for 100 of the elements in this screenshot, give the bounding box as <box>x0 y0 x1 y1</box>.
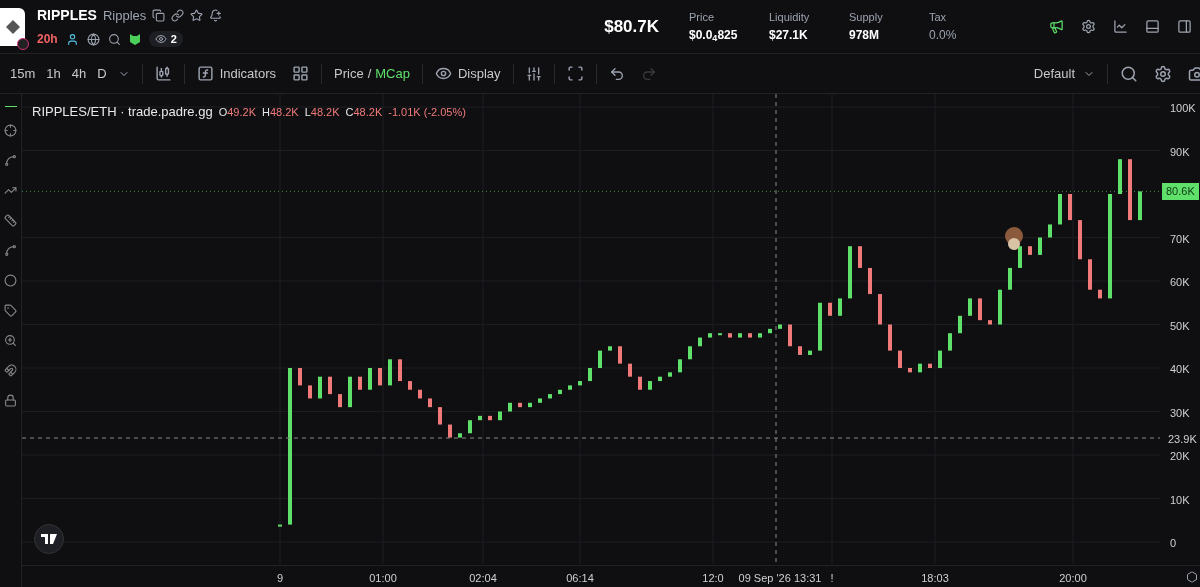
price-axis-label: 30K <box>1170 405 1190 421</box>
candle <box>818 302 822 351</box>
panel-icon[interactable] <box>1145 19 1160 34</box>
candle <box>358 376 362 390</box>
token-age: 20h <box>37 31 58 48</box>
candle <box>618 346 622 364</box>
camera-icon[interactable] <box>1188 64 1200 83</box>
candle <box>758 333 762 338</box>
drawing-tool-icon[interactable] <box>4 304 17 317</box>
ohlc-value: H48.2K <box>261 104 299 120</box>
candle <box>718 333 722 336</box>
globe-icon[interactable] <box>86 32 100 46</box>
display-button[interactable]: Display <box>434 63 501 84</box>
candle <box>1068 194 1072 221</box>
candle <box>678 359 682 373</box>
bell-icon[interactable] <box>209 9 223 22</box>
last-price-label: 80.6K <box>1162 183 1199 200</box>
candle <box>968 298 972 316</box>
candle <box>568 385 572 390</box>
drawing-tool-icon[interactable] <box>4 154 17 167</box>
candles-icon[interactable] <box>154 65 172 82</box>
candle <box>418 389 422 399</box>
candle <box>908 368 912 373</box>
search-icon[interactable] <box>107 32 121 46</box>
candle <box>298 368 302 386</box>
mascot-icon[interactable] <box>128 32 141 46</box>
candle <box>408 381 412 390</box>
candle <box>698 337 702 347</box>
drawing-tool-icon[interactable] <box>4 244 17 257</box>
pair-title: RIPPLES/ETH · trade.padre.gg <box>32 103 213 121</box>
timeframe-button[interactable]: 1h <box>42 63 65 84</box>
timeframe-button[interactable]: D <box>93 63 111 84</box>
star-icon[interactable] <box>190 9 204 22</box>
search-icon[interactable] <box>1120 64 1138 83</box>
candle <box>978 298 982 321</box>
candle <box>608 346 612 351</box>
candle <box>628 363 632 377</box>
drawing-tool-icon[interactable] <box>4 184 17 197</box>
candle <box>918 363 922 373</box>
candle <box>478 415 482 421</box>
drawing-tool-icon[interactable] <box>4 274 17 287</box>
drawing-tool-icon[interactable] <box>4 214 17 227</box>
candle <box>578 381 582 386</box>
price-axis-label: 10K <box>1170 492 1190 508</box>
candle <box>1048 224 1052 238</box>
candle <box>1138 191 1142 221</box>
drawing-tool-icon[interactable] <box>4 124 17 137</box>
candle <box>888 324 892 351</box>
candle <box>808 350 812 355</box>
undo-icon[interactable] <box>608 65 625 82</box>
candle <box>1058 194 1062 225</box>
candle <box>368 368 372 390</box>
candle <box>848 246 852 299</box>
candle <box>1128 159 1132 221</box>
candle <box>338 394 342 408</box>
price-axis-label: 40K <box>1170 362 1190 377</box>
price-mode-button[interactable]: MCap <box>375 63 410 84</box>
candle <box>748 333 752 338</box>
stat-value: $27.1K <box>769 26 809 44</box>
time-axis-label: 9 <box>276 571 284 586</box>
timeframe-button[interactable]: 15m <box>6 63 40 84</box>
sidebar-icon[interactable] <box>1177 19 1192 34</box>
price-mode-button[interactable]: Price <box>334 63 364 84</box>
grid-icon[interactable] <box>292 65 309 82</box>
price-axis-label: 100K <box>1170 101 1196 116</box>
drawing-tool-icon[interactable] <box>4 364 17 377</box>
stat-label: Tax <box>929 10 948 26</box>
indicators-button[interactable]: Indicators <box>196 63 276 84</box>
ohlc-value: L48.2K <box>304 104 340 120</box>
link-icon[interactable] <box>171 9 185 22</box>
chart-icon[interactable] <box>1113 19 1128 34</box>
candle <box>828 302 832 316</box>
drawing-tool-icon[interactable] <box>4 334 17 347</box>
candle <box>348 376 352 408</box>
candle <box>988 320 992 325</box>
candle <box>498 411 502 421</box>
candle <box>468 420 472 434</box>
candle <box>378 368 382 386</box>
candle <box>688 346 692 360</box>
sliders-icon[interactable] <box>525 65 542 82</box>
copy-icon[interactable] <box>152 9 166 22</box>
layout-dropdown[interactable]: Default <box>1033 63 1095 84</box>
megaphone-icon[interactable] <box>1049 19 1064 34</box>
candle <box>768 328 772 334</box>
candle <box>1078 220 1082 260</box>
user-icon[interactable] <box>65 32 79 46</box>
price-axis-label: 60K <box>1170 275 1190 290</box>
candle <box>938 350 942 368</box>
stat-value: $0.0$_{4}$825 <box>689 26 739 44</box>
timeframe-button[interactable]: 4h <box>67 63 91 84</box>
token-name: Ripples <box>102 6 147 25</box>
candle <box>1008 267 1012 290</box>
candle <box>308 385 312 399</box>
candle <box>1018 246 1022 268</box>
token-symbol: RIPPLES <box>37 6 97 25</box>
fullscreen-icon[interactable] <box>566 65 584 82</box>
drawing-tool-icon[interactable] <box>4 394 17 407</box>
candle <box>1098 289 1102 299</box>
eye-icon <box>434 65 452 82</box>
candle <box>958 315 962 334</box>
